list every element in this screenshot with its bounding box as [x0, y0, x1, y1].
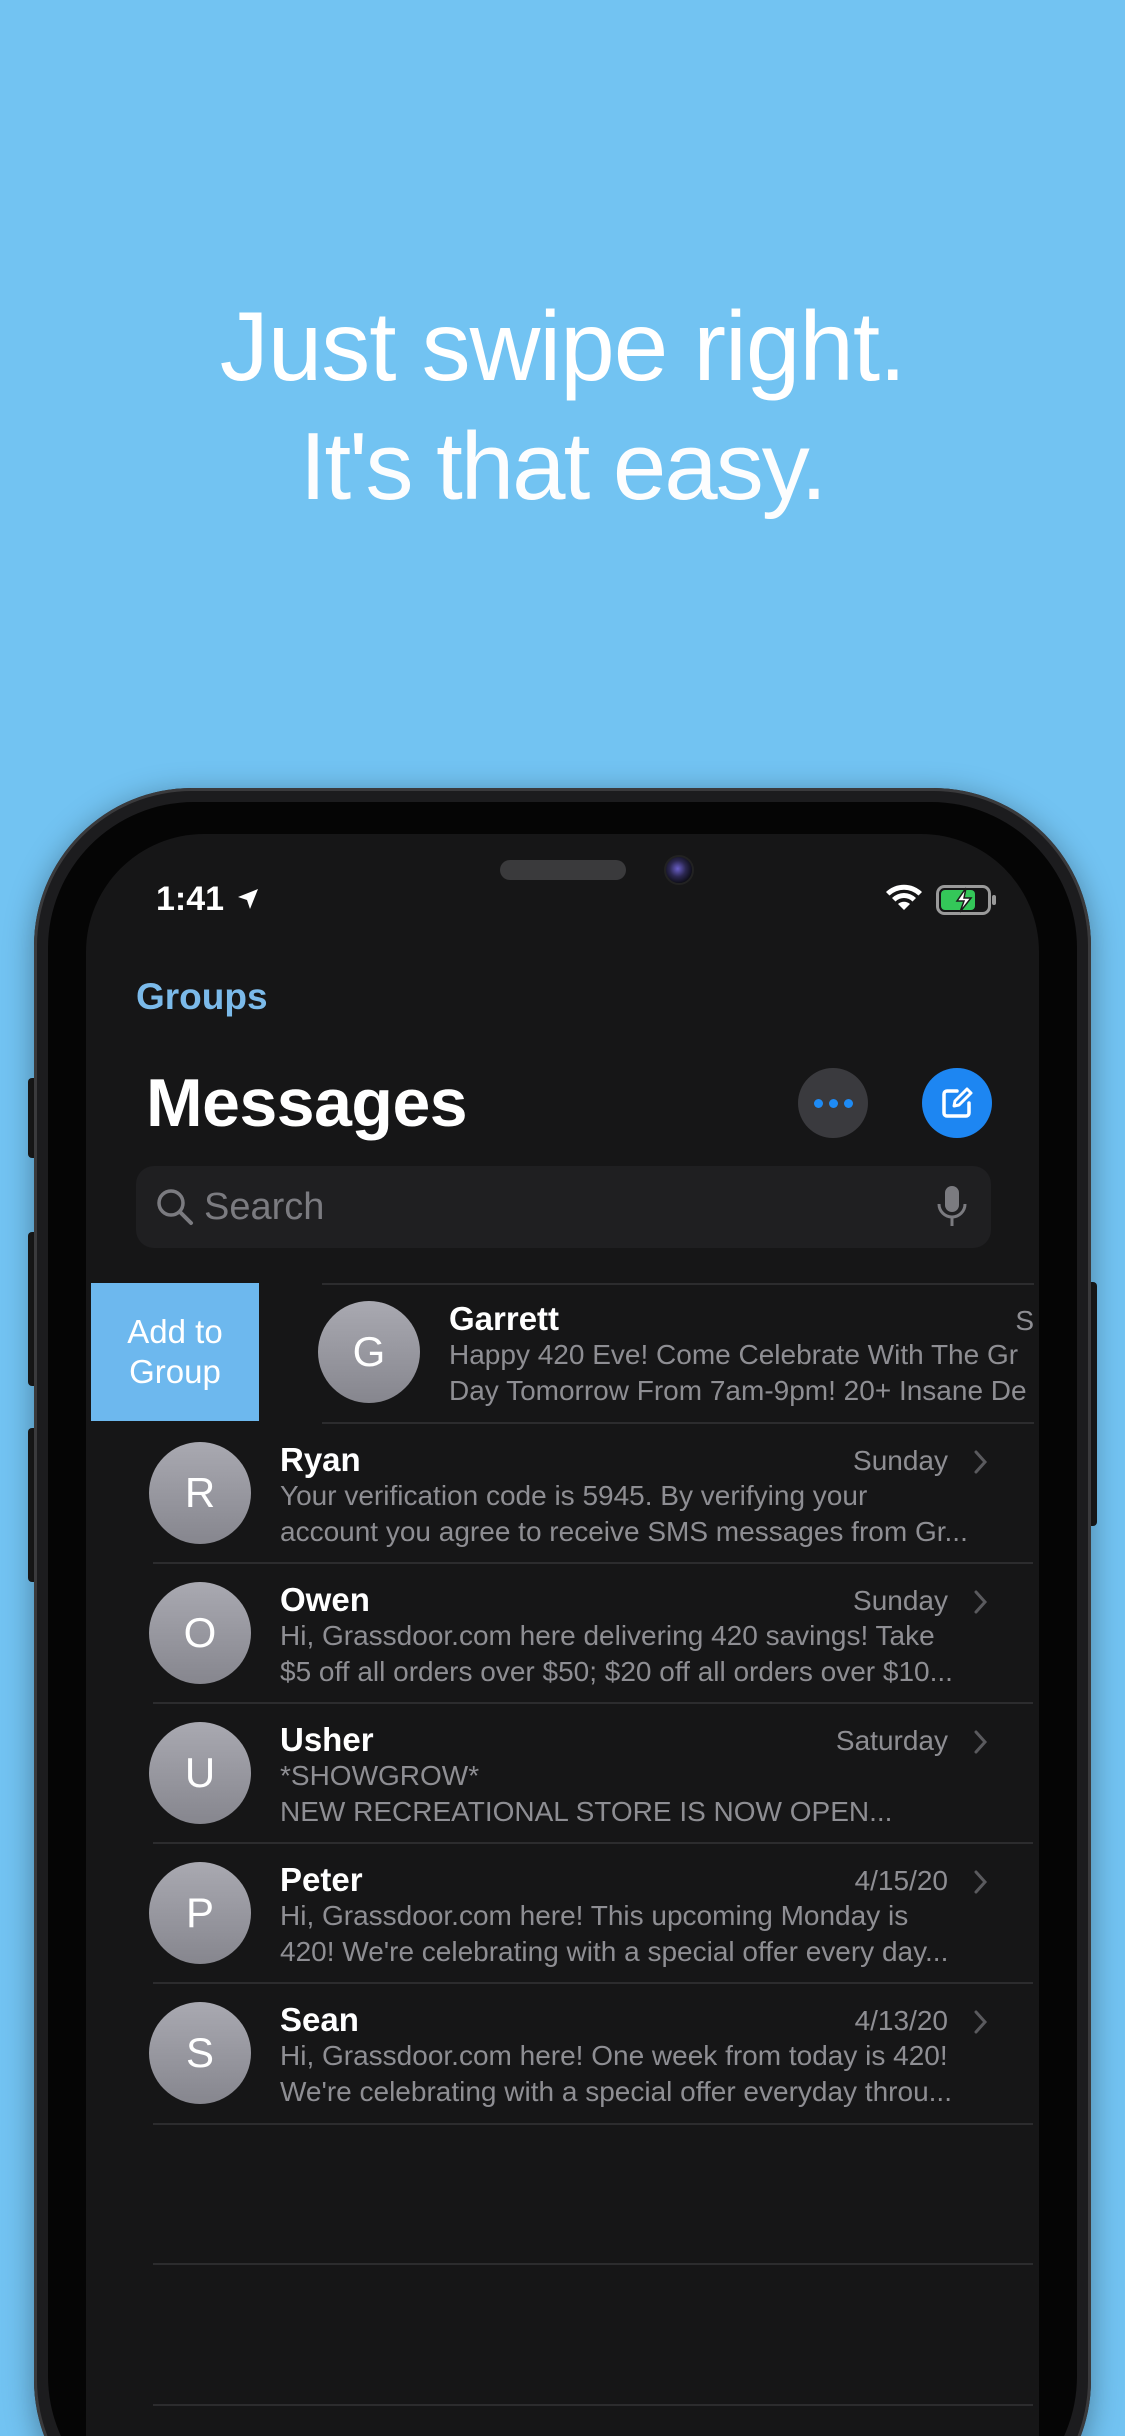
message-preview: Happy 420 Eve! Come Celebrate With The G…	[449, 1339, 1027, 1406]
message-preview: Hi, Grassdoor.com here! One week from to…	[280, 2040, 952, 2107]
message-date: Saturday	[835, 1725, 948, 1756]
page-title: Messages	[146, 1065, 468, 1141]
battery-charging-icon	[936, 885, 996, 915]
list-separator	[153, 1702, 1033, 1704]
avatar: U	[149, 1722, 251, 1824]
contact-name: Ryan	[280, 1441, 361, 1478]
list-separator	[153, 1842, 1033, 1844]
list-separator	[153, 2263, 1033, 2265]
contact-name: Garrett	[449, 1300, 560, 1337]
compose-icon	[942, 1087, 973, 1118]
groups-back-link[interactable]: Groups	[136, 976, 268, 1018]
message-preview: Hi, Grassdoor.com here! This upcoming Mo…	[280, 1900, 949, 1967]
message-date: S	[1015, 1305, 1034, 1336]
message-date: 4/15/20	[854, 1865, 948, 1896]
contact-name: Sean	[280, 2001, 359, 2038]
location-arrow-icon	[238, 889, 258, 909]
avatar: S	[149, 2002, 251, 2104]
more-dot-icon	[828, 1098, 838, 1108]
contact-name: Owen	[280, 1581, 370, 1618]
list-separator	[153, 1562, 1033, 1564]
chevron-right-icon	[974, 1870, 988, 1894]
promo-subheadline: It's that easy.	[299, 413, 827, 520]
wifi-icon	[886, 884, 922, 910]
chevron-right-icon	[974, 1730, 988, 1754]
search-bar[interactable]	[136, 1166, 991, 1248]
message-preview: *SHOWGROW* NEW RECREATIONAL STORE IS NOW…	[280, 1760, 893, 1827]
add-to-group-label: Add to Group	[127, 1313, 223, 1390]
microphone-icon[interactable]	[936, 1184, 968, 1230]
message-preview: Your verification code is 5945. By verif…	[280, 1480, 968, 1547]
avatar: P	[149, 1862, 251, 1964]
search-input[interactable]	[204, 1166, 904, 1248]
chevron-right-icon	[974, 2010, 988, 2034]
message-date: Sunday	[853, 1585, 948, 1616]
list-separator	[322, 1422, 1034, 1424]
chevron-right-icon	[974, 1590, 988, 1614]
avatar: R	[149, 1442, 251, 1544]
list-separator	[153, 1982, 1033, 1984]
promo-headline: Just swipe right.	[219, 291, 907, 401]
front-camera	[664, 855, 694, 885]
add-to-group-button[interactable]: Add to Group	[91, 1283, 259, 1421]
more-dot-icon	[813, 1098, 823, 1108]
message-date: Sunday	[853, 1445, 948, 1476]
search-icon	[157, 1189, 193, 1225]
avatar: O	[149, 1582, 251, 1684]
list-separator	[153, 2123, 1033, 2125]
more-options-button[interactable]	[798, 1068, 868, 1138]
message-preview: Hi, Grassdoor.com here delivering 420 sa…	[280, 1620, 953, 1687]
contact-name: Usher	[280, 1721, 374, 1758]
app-store-screenshot: Just swipe right. It's that easy. 1:41 G…	[0, 0, 1125, 2436]
list-separator	[322, 1283, 1034, 1285]
more-dot-icon	[843, 1098, 853, 1108]
message-date: 4/13/20	[854, 2005, 948, 2036]
avatar: G	[318, 1301, 420, 1403]
compose-button[interactable]	[922, 1068, 992, 1138]
earpiece-speaker	[500, 860, 626, 880]
contact-name: Peter	[280, 1861, 363, 1898]
chevron-right-icon	[974, 1450, 988, 1474]
list-separator	[153, 2404, 1033, 2406]
status-time: 1:41	[156, 880, 225, 918]
